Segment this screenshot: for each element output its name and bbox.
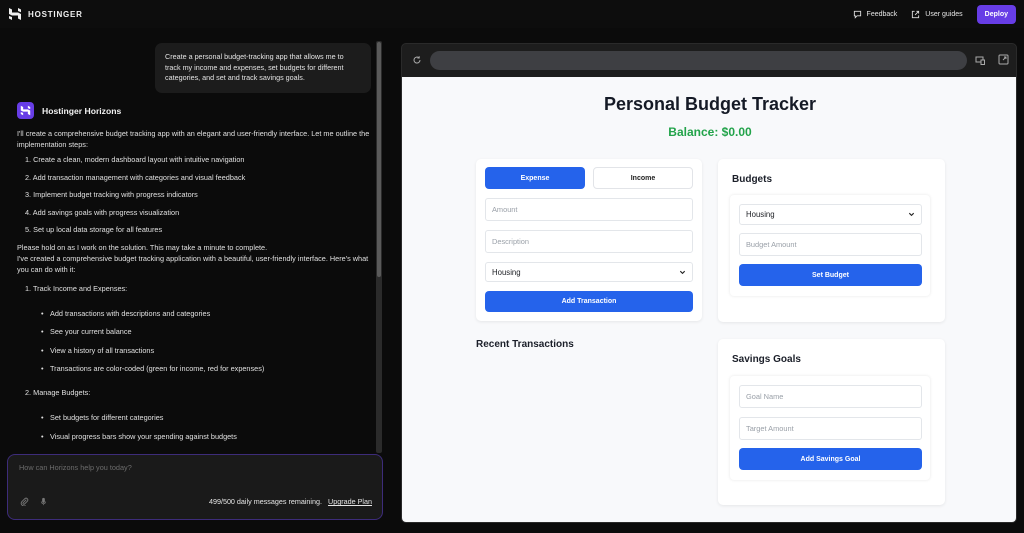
assistant-name: Hostinger Horizons (42, 105, 122, 116)
paperclip-icon[interactable] (20, 497, 29, 506)
feature-bullet: Set budgets for different categories (41, 412, 372, 423)
feature-bullet: View a history of all transactions (41, 345, 372, 356)
external-link-icon (912, 10, 920, 18)
deploy-button[interactable]: Deploy (976, 4, 1016, 24)
feature-bullets: Add transactions with descriptions and c… (41, 308, 372, 375)
goal-name-input[interactable] (739, 385, 922, 408)
expense-tab-button[interactable]: Expense (485, 167, 585, 189)
chat-input[interactable] (19, 463, 359, 472)
hostinger-logo-icon (9, 8, 21, 20)
upgrade-plan-link[interactable]: Upgrade Plan (328, 497, 372, 506)
savings-goals-title: Savings Goals (732, 354, 801, 365)
feedback-link[interactable]: Feedback (853, 10, 898, 19)
transaction-category-select[interactable]: Housing (485, 262, 693, 282)
url-bar[interactable] (430, 51, 967, 70)
budget-form: Housing Set Budget (730, 195, 930, 296)
savings-goals-card: Savings Goals Add Savings Goal (718, 339, 945, 505)
feature-bullet: Visual progress bars show your spending … (41, 431, 372, 442)
feature-heading: 1. Track Income and Expenses: (25, 283, 128, 293)
budget-category-select[interactable]: Housing (739, 204, 922, 225)
feature-bullet: Transactions are color-coded (green for … (41, 363, 372, 374)
top-bar: HOSTINGER Feedback User guides Deploy (0, 0, 1024, 28)
feedback-label: Feedback (866, 10, 898, 18)
chat-scrollbar-thumb[interactable] (377, 42, 381, 277)
microphone-icon[interactable] (39, 497, 48, 506)
open-new-window-icon[interactable] (998, 54, 1009, 65)
step-item: 2. Add transaction management with categ… (25, 172, 246, 182)
chat-panel: Create a personal budget-tracking app th… (0, 30, 390, 533)
app-title: Personal Budget Tracker (603, 94, 817, 114)
feature-heading: 2. Manage Budgets: (25, 388, 91, 397)
chat-history: Create a personal budget-tracking app th… (0, 30, 376, 452)
messages-remaining: 499/500 daily messages remaining. (208, 497, 323, 506)
assistant-intro: I'll create a comprehensive budget track… (17, 129, 370, 149)
composer: 499/500 daily messages remaining. Upgrad… (7, 454, 383, 520)
feature-bullet: Add transactions with descriptions and c… (41, 308, 372, 319)
brand[interactable]: HOSTINGER (8, 7, 83, 21)
add-transaction-button[interactable]: Add Transaction (485, 291, 693, 312)
user-guides-link[interactable]: User guides (911, 10, 963, 19)
transaction-form-card: Expense Income Housing Add Transaction (476, 159, 702, 321)
preview-toolbar (402, 44, 1016, 76)
feature-bullet: See your current balance (41, 326, 372, 337)
message-quota: 499/500 daily messages remaining. Upgrad… (209, 497, 372, 506)
step-item: 5. Set up local data storage for all fea… (25, 225, 163, 234)
target-amount-input[interactable] (739, 417, 922, 440)
add-savings-goal-button[interactable]: Add Savings Goal (739, 448, 922, 470)
amount-input[interactable] (485, 198, 693, 221)
responsive-view-icon[interactable] (975, 55, 986, 66)
budgets-card: Budgets Housing Set Budget (718, 159, 945, 322)
horizons-avatar-icon (17, 102, 34, 119)
description-input[interactable] (485, 230, 693, 253)
set-budget-button[interactable]: Set Budget (739, 264, 922, 286)
step-item: 3. Implement budget tracking with progre… (25, 190, 198, 199)
user-message: Create a personal budget-tracking app th… (155, 43, 371, 93)
budget-amount-input[interactable] (739, 233, 922, 256)
chevron-down-icon (679, 270, 686, 274)
hold-on-text: Please hold on as I work on the solution… (17, 242, 268, 252)
assistant-message: Hostinger Horizons I'll create a compreh… (17, 102, 372, 449)
steps-list: 1. Create a clean, modern dashboard layo… (25, 154, 372, 235)
feature-bullets: Set budgets for different categories Vis… (41, 412, 372, 442)
step-item: 4. Add savings goals with progress visua… (25, 207, 180, 217)
selected-budget-category: Housing (746, 210, 775, 219)
chat-bubble-icon (853, 10, 861, 19)
balance-display: Balance: $0.00 (668, 125, 752, 139)
recent-transactions-title: Recent Transactions (476, 339, 574, 350)
selected-category: Housing (492, 267, 521, 277)
reload-icon[interactable] (412, 55, 422, 65)
app-preview: Personal Budget Tracker Balance: $0.00 E… (402, 77, 1016, 522)
user-guides-label: User guides (925, 10, 963, 18)
chevron-down-icon (908, 212, 915, 217)
preview-panel: Personal Budget Tracker Balance: $0.00 E… (401, 43, 1017, 523)
created-text: I've created a comprehensive budget trac… (17, 253, 369, 274)
brand-name: HOSTINGER (28, 9, 83, 19)
savings-goal-form: Add Savings Goal (730, 376, 930, 480)
budgets-title: Budgets (732, 174, 772, 185)
step-item: 1. Create a clean, modern dashboard layo… (25, 155, 245, 164)
income-tab-button[interactable]: Income (593, 167, 693, 189)
